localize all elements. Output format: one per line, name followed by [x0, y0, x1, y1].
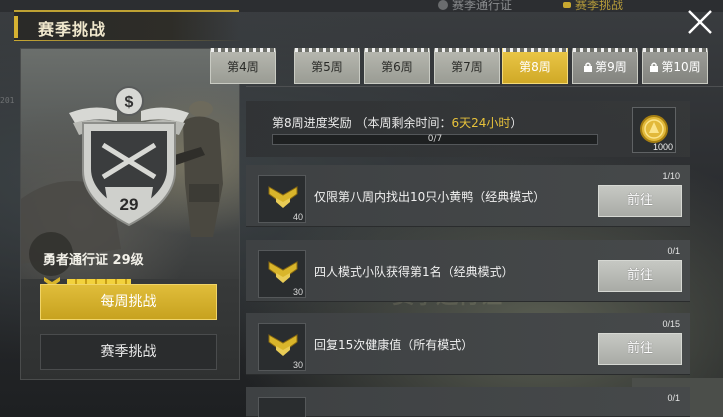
- challenge-progress: 0/1: [667, 246, 680, 256]
- week-tabs: 第4周 第5周 第6周 第7周 第8周 第9周 第10周: [210, 48, 723, 84]
- challenge-progress: 0/1: [667, 393, 680, 403]
- pass-level-badge: 29: [119, 195, 139, 214]
- reward-time-left: 6天24小时: [451, 116, 511, 130]
- challenge-row: 40 仅限第八周内找出10只小黄鸭（经典模式） 1/10 前往: [246, 165, 690, 227]
- tab-week-6[interactable]: 第6周: [364, 48, 430, 84]
- go-button[interactable]: 前往: [598, 185, 682, 217]
- reward-title-prefix: 第8周进度奖励 （本周剩余时间：: [272, 116, 452, 130]
- tab-label: 第6周: [381, 60, 413, 74]
- tab-week-8[interactable]: 第8周: [502, 48, 568, 84]
- challenge-description: 四人模式小队获得第1名（经典模式）: [314, 265, 514, 279]
- challenge-points-badge: 40: [258, 175, 306, 223]
- challenge-points-badge: [258, 397, 306, 417]
- background-pass-tab: 赛季通行证: [437, 0, 512, 13]
- title-accent: [14, 16, 18, 38]
- tab-label: 第8周: [519, 60, 551, 74]
- lock-icon: [584, 62, 593, 72]
- weekly-challenge-button[interactable]: 每周挑战: [40, 284, 217, 320]
- pass-name: 勇者通行证 29级: [43, 253, 144, 268]
- reward-title: 第8周进度奖励 （本周剩余时间：6天24小时）: [272, 114, 522, 131]
- tab-label: 第4周: [227, 60, 259, 74]
- rank-chevron-icon: [268, 261, 298, 283]
- tab-week-7[interactable]: 第7周: [434, 48, 500, 84]
- weekly-reward: 第8周进度奖励 （本周剩余时间：6天24小时） 0/7 1000: [246, 101, 690, 157]
- modal-title-bar: 赛季挑战: [14, 10, 239, 40]
- pass-panel: $ 29 勇者通行证 29级: [20, 48, 240, 380]
- background-side-text: 201: [0, 96, 15, 105]
- svg-text:$: $: [125, 94, 134, 111]
- tabs-divider: [246, 86, 723, 87]
- reward-title-suffix: ）: [510, 116, 523, 130]
- reward-item[interactable]: 1000: [632, 107, 676, 153]
- challenge-progress: 0/15: [662, 319, 680, 329]
- challenge-row: 30 回复15次健康值（所有模式） 0/15 前往: [246, 313, 690, 375]
- background-challenge-tab: 赛季挑战: [562, 0, 623, 13]
- challenge-description: 仅限第八周内找出10只小黄鸭（经典模式）: [314, 190, 546, 204]
- close-icon: [688, 10, 712, 34]
- coin-icon: [640, 115, 668, 143]
- challenge-description: 回复15次健康值（所有模式）: [314, 338, 474, 352]
- season-challenge-button[interactable]: 赛季挑战: [40, 334, 217, 370]
- tab-label: 第9周: [595, 60, 627, 74]
- challenge-points: 30: [292, 287, 303, 297]
- go-button[interactable]: 前往: [598, 333, 682, 365]
- challenge-progress: 1/10: [662, 171, 680, 181]
- go-button[interactable]: 前往: [598, 260, 682, 292]
- rank-chevron-icon: [268, 334, 298, 356]
- tab-label: 第10周: [661, 60, 701, 74]
- tab-week-10[interactable]: 第10周: [642, 48, 708, 84]
- coin-quantity: 1000: [652, 142, 673, 152]
- title-underline: [14, 40, 244, 41]
- reward-progress-count: 0/7: [427, 134, 443, 144]
- close-button[interactable]: [684, 6, 716, 38]
- tab-label: 第7周: [451, 60, 483, 74]
- challenge-points-badge: 30: [258, 250, 306, 298]
- tab-week-4[interactable]: 第4周: [210, 48, 276, 84]
- challenge-points: 30: [292, 360, 303, 370]
- challenge-points-badge: 30: [258, 323, 306, 371]
- tab-week-9[interactable]: 第9周: [572, 48, 638, 84]
- page-title: 赛季挑战: [38, 20, 107, 39]
- rank-chevron-icon: [268, 186, 298, 208]
- challenge-points: 40: [292, 212, 303, 222]
- lock-icon: [650, 62, 659, 72]
- challenge-row: 30 四人模式小队获得第1名（经典模式） 0/1 前往: [246, 240, 690, 302]
- tab-label: 第5周: [311, 60, 343, 74]
- tab-week-5[interactable]: 第5周: [294, 48, 360, 84]
- challenge-row: 0/1: [246, 387, 690, 417]
